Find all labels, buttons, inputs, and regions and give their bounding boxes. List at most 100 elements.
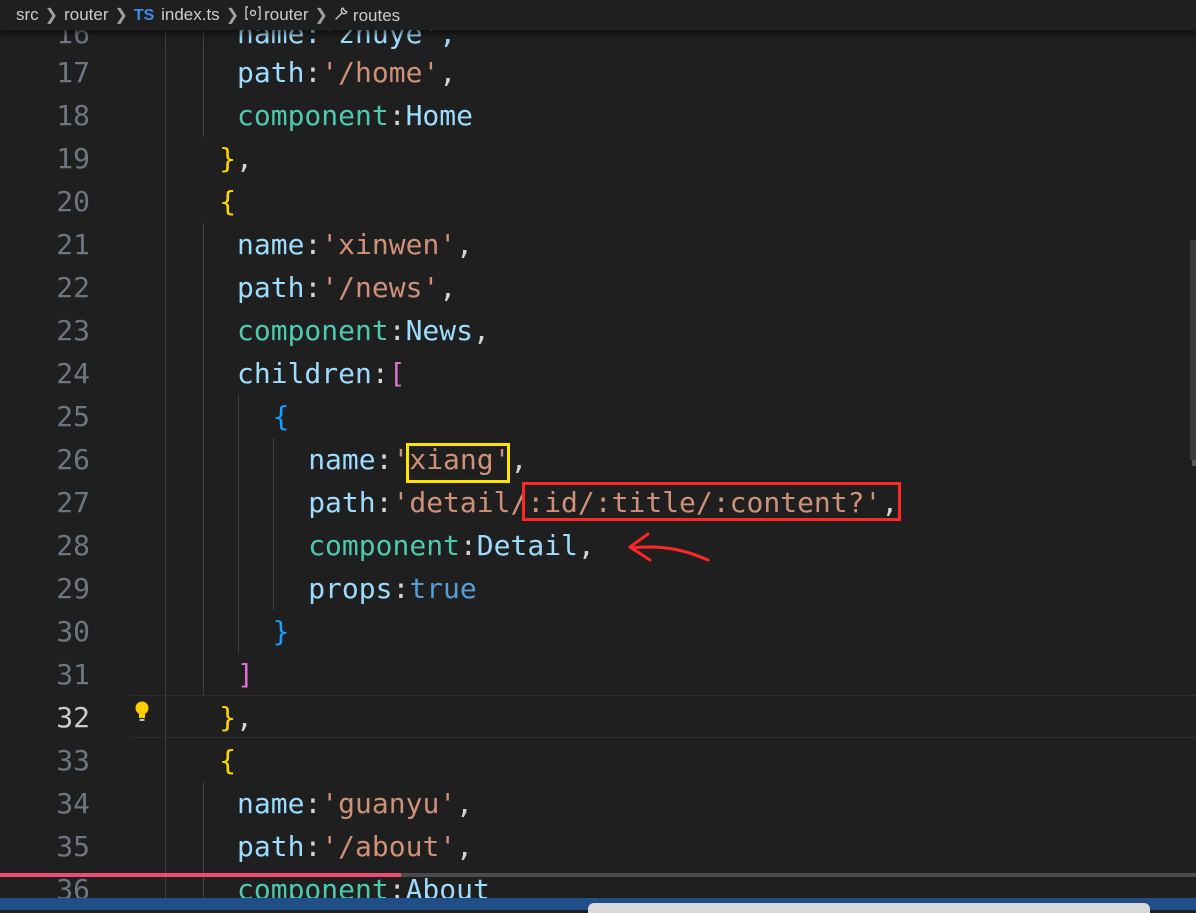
code-line[interactable]: 26 name:'xiang', xyxy=(0,438,1196,481)
code-token: , xyxy=(510,443,528,476)
breadcrumb-file-label: index.ts xyxy=(161,5,220,24)
code-token: , xyxy=(473,314,490,347)
code-token: path xyxy=(237,56,305,89)
code-token: : xyxy=(388,314,406,347)
line-number: 32 xyxy=(56,701,90,734)
status-overlay-bar xyxy=(588,903,1150,913)
breadcrumb-routes-label: routes xyxy=(352,5,401,25)
code-text: component:Detail, xyxy=(308,524,595,567)
code-token: : xyxy=(459,529,477,562)
line-number: 35 xyxy=(56,830,90,863)
code-token: component xyxy=(237,314,389,347)
code-line[interactable]: 18 component:Home xyxy=(0,94,1196,137)
breadcrumb-item-src[interactable]: src xyxy=(16,5,39,25)
code-token: children xyxy=(237,357,372,390)
line-number: 17 xyxy=(56,56,90,89)
code-token: props xyxy=(308,572,393,605)
code-token: , xyxy=(577,529,595,562)
line-number: 25 xyxy=(56,400,90,433)
code-token: { xyxy=(219,744,237,777)
code-token: : xyxy=(392,572,410,605)
code-text: path:'/news', xyxy=(237,266,456,309)
code-line[interactable]: 29 props:true xyxy=(0,567,1196,610)
code-token: , xyxy=(439,271,457,304)
breadcrumb-item-file[interactable]: TS index.ts xyxy=(134,5,220,25)
chevron-right-icon: ❯ xyxy=(314,7,328,24)
code-token: : xyxy=(304,56,322,89)
breadcrumb-item-router-symbol[interactable]: router xyxy=(245,5,309,25)
code-token: path xyxy=(237,830,305,863)
vertical-scrollbar[interactable] xyxy=(1190,240,1196,460)
code-line[interactable]: 22 path:'/news', xyxy=(0,266,1196,309)
code-token: path xyxy=(237,271,305,304)
code-token: : xyxy=(375,486,393,519)
code-line[interactable]: 17 path:'/home', xyxy=(0,51,1196,94)
line-number: 21 xyxy=(56,228,90,261)
video-progress-fill xyxy=(0,873,401,877)
line-number: 30 xyxy=(56,615,90,648)
code-token: : xyxy=(304,830,322,863)
code-text: path:'/home', xyxy=(237,51,456,94)
code-token: , xyxy=(456,787,474,820)
code-token: : xyxy=(304,271,322,304)
code-text: name:'guanyu', xyxy=(237,782,473,825)
code-text: { xyxy=(219,180,236,223)
code-token: true xyxy=(409,572,477,605)
code-token: [ xyxy=(388,357,406,390)
code-line[interactable]: 31] xyxy=(0,653,1196,696)
code-line[interactable]: 30} xyxy=(0,610,1196,653)
breadcrumb: src ❯ router ❯ TS index.ts ❯ router ❯ ro… xyxy=(0,0,1196,30)
code-text: component:News, xyxy=(237,309,490,352)
code-token: path xyxy=(308,486,376,519)
line-number: 33 xyxy=(56,744,90,777)
code-token: ] xyxy=(237,658,254,691)
code-text: { xyxy=(273,395,290,438)
code-token: , xyxy=(236,142,253,175)
code-line[interactable]: 24 children:[ xyxy=(0,352,1196,395)
line-number: 27 xyxy=(56,486,90,519)
code-token: '/about' xyxy=(321,830,457,863)
lightbulb-icon[interactable] xyxy=(133,700,151,722)
annotation-red-box xyxy=(522,482,901,521)
typescript-file-icon: TS xyxy=(133,7,155,24)
line-number: 18 xyxy=(56,99,90,132)
line-number: 26 xyxy=(56,443,90,476)
code-text: } xyxy=(273,610,290,653)
code-token: , xyxy=(456,228,474,261)
code-token: Home xyxy=(405,99,474,132)
code-token: : xyxy=(375,443,393,476)
chevron-right-icon: ❯ xyxy=(44,7,59,24)
code-text: }, xyxy=(219,137,253,180)
chevron-right-icon: ❯ xyxy=(114,7,128,24)
code-line[interactable]: 35 path:'/about', xyxy=(0,825,1196,868)
code-token: } xyxy=(219,142,237,175)
scrollbar-marker xyxy=(1192,460,1196,466)
code-text: children:[ xyxy=(237,352,406,395)
line-number: 34 xyxy=(56,787,90,820)
code-token: '/home' xyxy=(321,56,440,89)
code-token: component xyxy=(237,99,389,132)
code-token: : xyxy=(304,228,322,261)
code-line[interactable]: 21 name:'xinwen', xyxy=(0,223,1196,266)
code-line[interactable]: 28 component:Detail, xyxy=(0,524,1196,567)
current-line-highlight xyxy=(130,695,1196,738)
code-text: ] xyxy=(237,653,254,696)
symbol-variable-icon xyxy=(245,6,261,20)
code-text: path:'/about', xyxy=(237,825,473,868)
code-text: props:true xyxy=(308,567,477,610)
line-number: 23 xyxy=(56,314,90,347)
code-line[interactable]: 33 { xyxy=(0,739,1196,782)
code-line[interactable]: 19}, xyxy=(0,137,1196,180)
code-text: name:'xinwen', xyxy=(237,223,473,266)
code-token: { xyxy=(272,400,290,433)
line-number: 29 xyxy=(56,572,90,605)
code-line[interactable]: 25 { xyxy=(0,395,1196,438)
code-editor[interactable]: 16 name:'zhuye', 17 path:'/home', 18 componen… xyxy=(0,0,1196,911)
code-token: , xyxy=(456,830,474,863)
breadcrumb-item-routes[interactable]: routes xyxy=(334,5,400,26)
code-line[interactable]: 20 { xyxy=(0,180,1196,223)
code-token: component xyxy=(308,529,460,562)
code-line[interactable]: 23 component:News, xyxy=(0,309,1196,352)
breadcrumb-item-router-folder[interactable]: router xyxy=(64,5,108,25)
code-line[interactable]: 34 name:'guanyu', xyxy=(0,782,1196,825)
